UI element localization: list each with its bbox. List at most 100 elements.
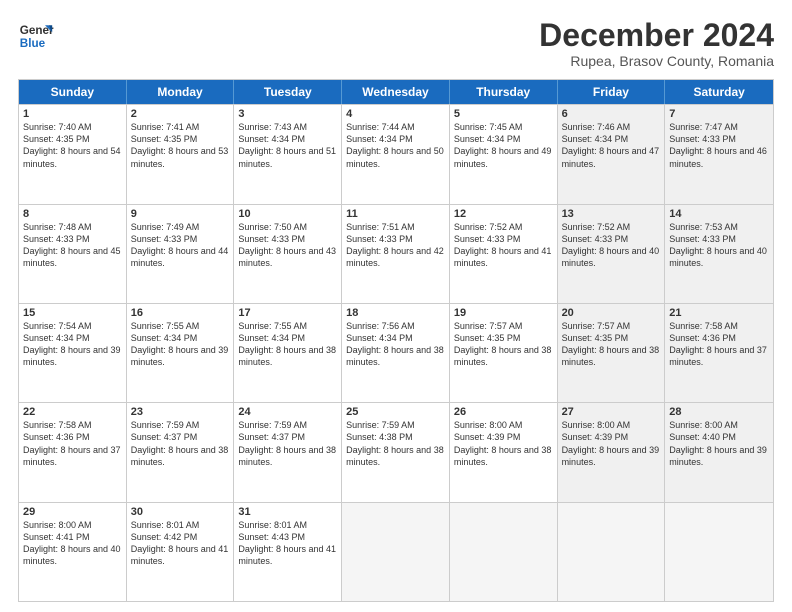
header-day-tuesday: Tuesday: [234, 80, 342, 104]
day-number: 30: [131, 506, 230, 518]
day-number: 11: [346, 208, 445, 220]
day-number: 12: [454, 208, 553, 220]
cal-cell: 27Sunrise: 8:00 AMSunset: 4:39 PMDayligh…: [558, 403, 666, 501]
day-number: 22: [23, 406, 122, 418]
cell-info: Sunrise: 7:56 AMSunset: 4:34 PMDaylight:…: [346, 320, 445, 369]
day-number: 24: [238, 406, 337, 418]
cell-info: Sunrise: 7:59 AMSunset: 4:37 PMDaylight:…: [131, 419, 230, 468]
cell-info: Sunrise: 7:46 AMSunset: 4:34 PMDaylight:…: [562, 121, 661, 170]
day-number: 29: [23, 506, 122, 518]
cal-cell: 4Sunrise: 7:44 AMSunset: 4:34 PMDaylight…: [342, 105, 450, 203]
cal-cell: 9Sunrise: 7:49 AMSunset: 4:33 PMDaylight…: [127, 205, 235, 303]
header-day-friday: Friday: [558, 80, 666, 104]
day-number: 18: [346, 307, 445, 319]
cal-cell: 24Sunrise: 7:59 AMSunset: 4:37 PMDayligh…: [234, 403, 342, 501]
day-number: 25: [346, 406, 445, 418]
day-number: 3: [238, 108, 337, 120]
day-number: 6: [562, 108, 661, 120]
month-title: December 2024: [539, 18, 774, 53]
cal-cell: 6Sunrise: 7:46 AMSunset: 4:34 PMDaylight…: [558, 105, 666, 203]
cal-cell: [665, 503, 773, 601]
cell-info: Sunrise: 8:01 AMSunset: 4:43 PMDaylight:…: [238, 519, 337, 568]
day-number: 10: [238, 208, 337, 220]
cell-info: Sunrise: 7:45 AMSunset: 4:34 PMDaylight:…: [454, 121, 553, 170]
cell-info: Sunrise: 7:40 AMSunset: 4:35 PMDaylight:…: [23, 121, 122, 170]
cal-cell: 30Sunrise: 8:01 AMSunset: 4:42 PMDayligh…: [127, 503, 235, 601]
cell-info: Sunrise: 7:41 AMSunset: 4:35 PMDaylight:…: [131, 121, 230, 170]
day-number: 15: [23, 307, 122, 319]
day-number: 14: [669, 208, 769, 220]
calendar-header: SundayMondayTuesdayWednesdayThursdayFrid…: [19, 80, 773, 104]
day-number: 2: [131, 108, 230, 120]
cal-cell: [342, 503, 450, 601]
day-number: 4: [346, 108, 445, 120]
cell-info: Sunrise: 8:00 AMSunset: 4:39 PMDaylight:…: [454, 419, 553, 468]
cal-cell: 22Sunrise: 7:58 AMSunset: 4:36 PMDayligh…: [19, 403, 127, 501]
page: General Blue December 2024 Rupea, Brasov…: [0, 0, 792, 612]
cell-info: Sunrise: 7:53 AMSunset: 4:33 PMDaylight:…: [669, 221, 769, 270]
cal-cell: 14Sunrise: 7:53 AMSunset: 4:33 PMDayligh…: [665, 205, 773, 303]
cell-info: Sunrise: 7:57 AMSunset: 4:35 PMDaylight:…: [562, 320, 661, 369]
day-number: 19: [454, 307, 553, 319]
day-number: 5: [454, 108, 553, 120]
cell-info: Sunrise: 7:43 AMSunset: 4:34 PMDaylight:…: [238, 121, 337, 170]
day-number: 7: [669, 108, 769, 120]
cal-cell: 29Sunrise: 8:00 AMSunset: 4:41 PMDayligh…: [19, 503, 127, 601]
day-number: 28: [669, 406, 769, 418]
cal-cell: 28Sunrise: 8:00 AMSunset: 4:40 PMDayligh…: [665, 403, 773, 501]
calendar-body: 1Sunrise: 7:40 AMSunset: 4:35 PMDaylight…: [19, 104, 773, 601]
day-number: 8: [23, 208, 122, 220]
day-number: 1: [23, 108, 122, 120]
logo-icon: General Blue: [18, 18, 54, 54]
cell-info: Sunrise: 7:50 AMSunset: 4:33 PMDaylight:…: [238, 221, 337, 270]
day-number: 21: [669, 307, 769, 319]
location: Rupea, Brasov County, Romania: [539, 53, 774, 69]
header-day-wednesday: Wednesday: [342, 80, 450, 104]
cell-info: Sunrise: 7:51 AMSunset: 4:33 PMDaylight:…: [346, 221, 445, 270]
day-number: 20: [562, 307, 661, 319]
cell-info: Sunrise: 8:00 AMSunset: 4:41 PMDaylight:…: [23, 519, 122, 568]
cal-cell: 1Sunrise: 7:40 AMSunset: 4:35 PMDaylight…: [19, 105, 127, 203]
cal-cell: 12Sunrise: 7:52 AMSunset: 4:33 PMDayligh…: [450, 205, 558, 303]
week-row-1: 1Sunrise: 7:40 AMSunset: 4:35 PMDaylight…: [19, 104, 773, 203]
day-number: 13: [562, 208, 661, 220]
day-number: 31: [238, 506, 337, 518]
cal-cell: 11Sunrise: 7:51 AMSunset: 4:33 PMDayligh…: [342, 205, 450, 303]
cal-cell: 18Sunrise: 7:56 AMSunset: 4:34 PMDayligh…: [342, 304, 450, 402]
cell-info: Sunrise: 7:47 AMSunset: 4:33 PMDaylight:…: [669, 121, 769, 170]
cal-cell: 8Sunrise: 7:48 AMSunset: 4:33 PMDaylight…: [19, 205, 127, 303]
cal-cell: 17Sunrise: 7:55 AMSunset: 4:34 PMDayligh…: [234, 304, 342, 402]
cell-info: Sunrise: 7:55 AMSunset: 4:34 PMDaylight:…: [131, 320, 230, 369]
cal-cell: 25Sunrise: 7:59 AMSunset: 4:38 PMDayligh…: [342, 403, 450, 501]
header: General Blue December 2024 Rupea, Brasov…: [18, 18, 774, 69]
header-day-thursday: Thursday: [450, 80, 558, 104]
cell-info: Sunrise: 7:52 AMSunset: 4:33 PMDaylight:…: [454, 221, 553, 270]
cal-cell: 26Sunrise: 8:00 AMSunset: 4:39 PMDayligh…: [450, 403, 558, 501]
cell-info: Sunrise: 7:44 AMSunset: 4:34 PMDaylight:…: [346, 121, 445, 170]
cell-info: Sunrise: 7:54 AMSunset: 4:34 PMDaylight:…: [23, 320, 122, 369]
header-day-saturday: Saturday: [665, 80, 773, 104]
cell-info: Sunrise: 8:00 AMSunset: 4:40 PMDaylight:…: [669, 419, 769, 468]
week-row-4: 22Sunrise: 7:58 AMSunset: 4:36 PMDayligh…: [19, 402, 773, 501]
cal-cell: 19Sunrise: 7:57 AMSunset: 4:35 PMDayligh…: [450, 304, 558, 402]
week-row-3: 15Sunrise: 7:54 AMSunset: 4:34 PMDayligh…: [19, 303, 773, 402]
day-number: 26: [454, 406, 553, 418]
cal-cell: 7Sunrise: 7:47 AMSunset: 4:33 PMDaylight…: [665, 105, 773, 203]
cell-info: Sunrise: 7:55 AMSunset: 4:34 PMDaylight:…: [238, 320, 337, 369]
title-block: December 2024 Rupea, Brasov County, Roma…: [539, 18, 774, 69]
cal-cell: 3Sunrise: 7:43 AMSunset: 4:34 PMDaylight…: [234, 105, 342, 203]
week-row-2: 8Sunrise: 7:48 AMSunset: 4:33 PMDaylight…: [19, 204, 773, 303]
svg-text:Blue: Blue: [20, 37, 46, 50]
cal-cell: 21Sunrise: 7:58 AMSunset: 4:36 PMDayligh…: [665, 304, 773, 402]
cal-cell: 20Sunrise: 7:57 AMSunset: 4:35 PMDayligh…: [558, 304, 666, 402]
day-number: 9: [131, 208, 230, 220]
cal-cell: 2Sunrise: 7:41 AMSunset: 4:35 PMDaylight…: [127, 105, 235, 203]
cell-info: Sunrise: 7:58 AMSunset: 4:36 PMDaylight:…: [23, 419, 122, 468]
cal-cell: 15Sunrise: 7:54 AMSunset: 4:34 PMDayligh…: [19, 304, 127, 402]
cal-cell: 5Sunrise: 7:45 AMSunset: 4:34 PMDaylight…: [450, 105, 558, 203]
cal-cell: 13Sunrise: 7:52 AMSunset: 4:33 PMDayligh…: [558, 205, 666, 303]
cell-info: Sunrise: 7:57 AMSunset: 4:35 PMDaylight:…: [454, 320, 553, 369]
day-number: 16: [131, 307, 230, 319]
cal-cell: 31Sunrise: 8:01 AMSunset: 4:43 PMDayligh…: [234, 503, 342, 601]
cell-info: Sunrise: 7:59 AMSunset: 4:38 PMDaylight:…: [346, 419, 445, 468]
